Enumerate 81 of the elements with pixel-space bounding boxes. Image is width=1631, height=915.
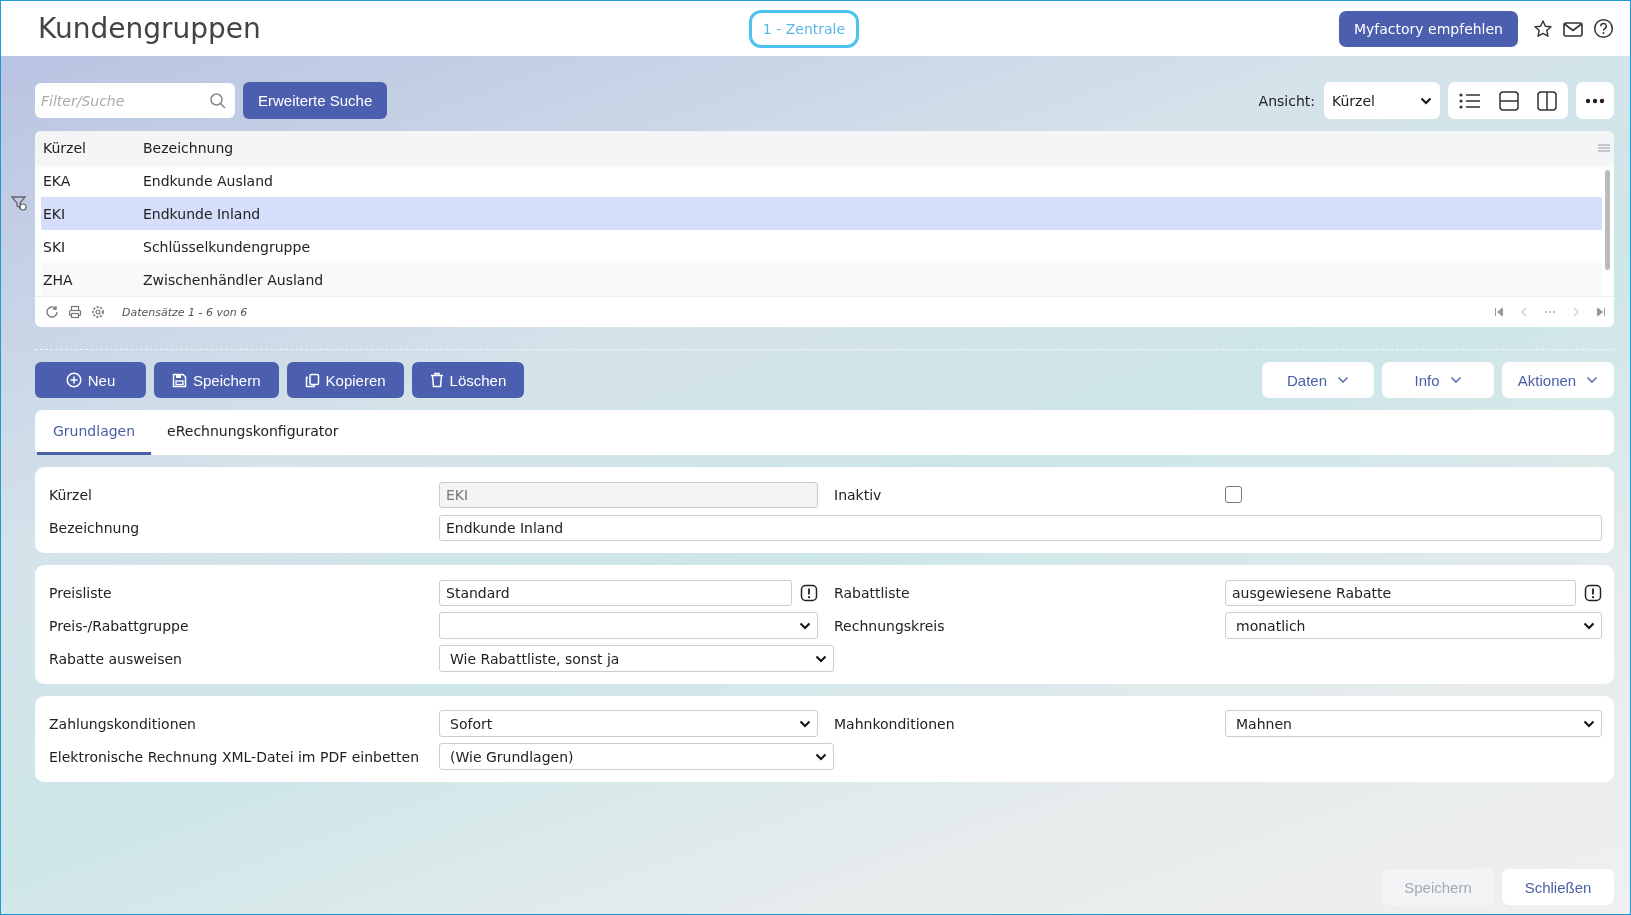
table-row[interactable]: EKI Endkunde Inland — [41, 197, 1602, 230]
chevron-icon — [1586, 376, 1599, 384]
copy-icon — [304, 372, 320, 388]
table-cell: Endkunde Inland — [143, 205, 261, 222]
column-header[interactable]: Kürzel — [43, 139, 143, 156]
chevron-icon — [815, 752, 827, 761]
footer-button[interactable]: Schließen — [1502, 869, 1614, 905]
menu-button[interactable]: Daten — [1262, 362, 1374, 398]
star-icon[interactable] — [1533, 18, 1553, 39]
field-label: Kürzel — [49, 486, 93, 503]
exclamation-icon[interactable] — [800, 583, 818, 602]
table-row[interactable]: SKI Schlüsselkundengruppe — [41, 230, 1602, 263]
view-dropdown[interactable]: Kürzel — [1324, 82, 1440, 119]
select-field[interactable]: Sofort — [439, 710, 818, 737]
action-button[interactable]: Speichern — [154, 362, 279, 398]
select-field[interactable] — [439, 612, 818, 639]
field-label: Rabatte ausweisen — [49, 650, 183, 667]
tab[interactable]: eRechnungskonfigurator — [151, 410, 355, 455]
print-icon[interactable] — [68, 305, 82, 319]
filter-icon[interactable] — [10, 194, 28, 212]
record-count: Datensätze 1 - 6 von 6 — [122, 305, 248, 319]
search-field[interactable]: Filter/Suche — [35, 83, 235, 118]
trash-icon — [429, 372, 444, 388]
plus-circle-icon — [65, 372, 82, 388]
table-cell-text: ZHA — [43, 271, 74, 288]
page-title: Kundengruppen — [38, 12, 261, 45]
table-cell: Endkunde Ausland — [143, 172, 273, 189]
field-label: Bezeichnung — [49, 519, 141, 536]
field-label: Preisliste — [49, 584, 113, 601]
chevron-icon — [799, 621, 811, 630]
field-label: Rechnungskreis — [834, 617, 946, 634]
refresh-icon[interactable] — [45, 305, 59, 319]
select-field[interactable]: monatlich — [1225, 612, 1602, 639]
chevron-icon — [1583, 621, 1595, 630]
exclamation-icon[interactable] — [1584, 583, 1602, 602]
horizontal-split-icon[interactable] — [1498, 89, 1520, 112]
last-page-icon[interactable] — [1596, 307, 1606, 317]
field-label: Rabattliste — [834, 584, 911, 601]
text-field[interactable]: Endkunde Inland — [439, 514, 1602, 541]
text-field[interactable]: Standard — [439, 579, 792, 606]
scrollbar-thumb[interactable] — [1605, 170, 1610, 270]
more-button[interactable] — [1576, 82, 1614, 119]
more-icon — [1585, 97, 1605, 104]
recommend-button[interactable]: Myfactory empfehlen — [1338, 10, 1518, 47]
chevron-icon — [1583, 719, 1595, 728]
view-label: Ansicht: — [1258, 92, 1315, 109]
menu-button[interactable]: Aktionen — [1502, 362, 1614, 398]
chevron-icon — [1420, 96, 1432, 105]
select-field[interactable]: (Wie Grundlagen) — [439, 743, 834, 770]
field-label: Inaktiv — [834, 486, 883, 503]
table-cell: Zwischenhändler Ausland — [143, 271, 324, 288]
select-field[interactable]: Mahnen — [1225, 710, 1602, 737]
search-icon[interactable] — [209, 92, 227, 110]
field-label: Zahlungskonditionen — [49, 715, 197, 732]
first-page-icon[interactable] — [1494, 307, 1504, 317]
menu-button[interactable]: Info — [1382, 362, 1494, 398]
table-row[interactable]: ZHA Zwischenhändler Ausland — [41, 263, 1602, 296]
checkbox[interactable] — [1225, 486, 1242, 503]
help-icon[interactable] — [1593, 18, 1614, 39]
field-label: Elektronische Rechnung XML-Datei im PDF einbetten — [49, 748, 420, 765]
chevron-icon — [799, 719, 811, 728]
chevron-icon — [1337, 376, 1349, 384]
text-field[interactable]: ausgewiesene Rabatte — [1225, 579, 1576, 606]
table-row[interactable]: EKA Endkunde Ausland — [41, 164, 1602, 197]
field-label: Preis-/Rabattgruppe — [49, 617, 190, 634]
table-cell-text: SKI — [43, 238, 67, 255]
table-cell-text: EKA — [43, 172, 72, 189]
settings-icon[interactable] — [91, 305, 105, 319]
field-label: Mahnkonditionen — [834, 715, 956, 732]
column-header[interactable]: Bezeichnung — [143, 139, 234, 156]
select-field[interactable]: Wie Rabattliste, sonst ja — [439, 645, 834, 672]
advanced-search-button[interactable]: Erweiterte Suche — [243, 82, 388, 119]
action-button[interactable]: Löschen — [411, 362, 525, 398]
tab[interactable]: Grundlagen — [37, 410, 152, 455]
table-cell: Schlüsselkundengruppe — [143, 238, 310, 255]
chevron-icon — [815, 654, 827, 663]
vertical-split-icon[interactable] — [1536, 89, 1558, 112]
table-cell-text: EKI — [43, 205, 67, 222]
action-button[interactable]: Neu — [35, 362, 146, 398]
action-button[interactable]: Kopieren — [286, 362, 404, 398]
chevron-icon — [1449, 376, 1462, 384]
